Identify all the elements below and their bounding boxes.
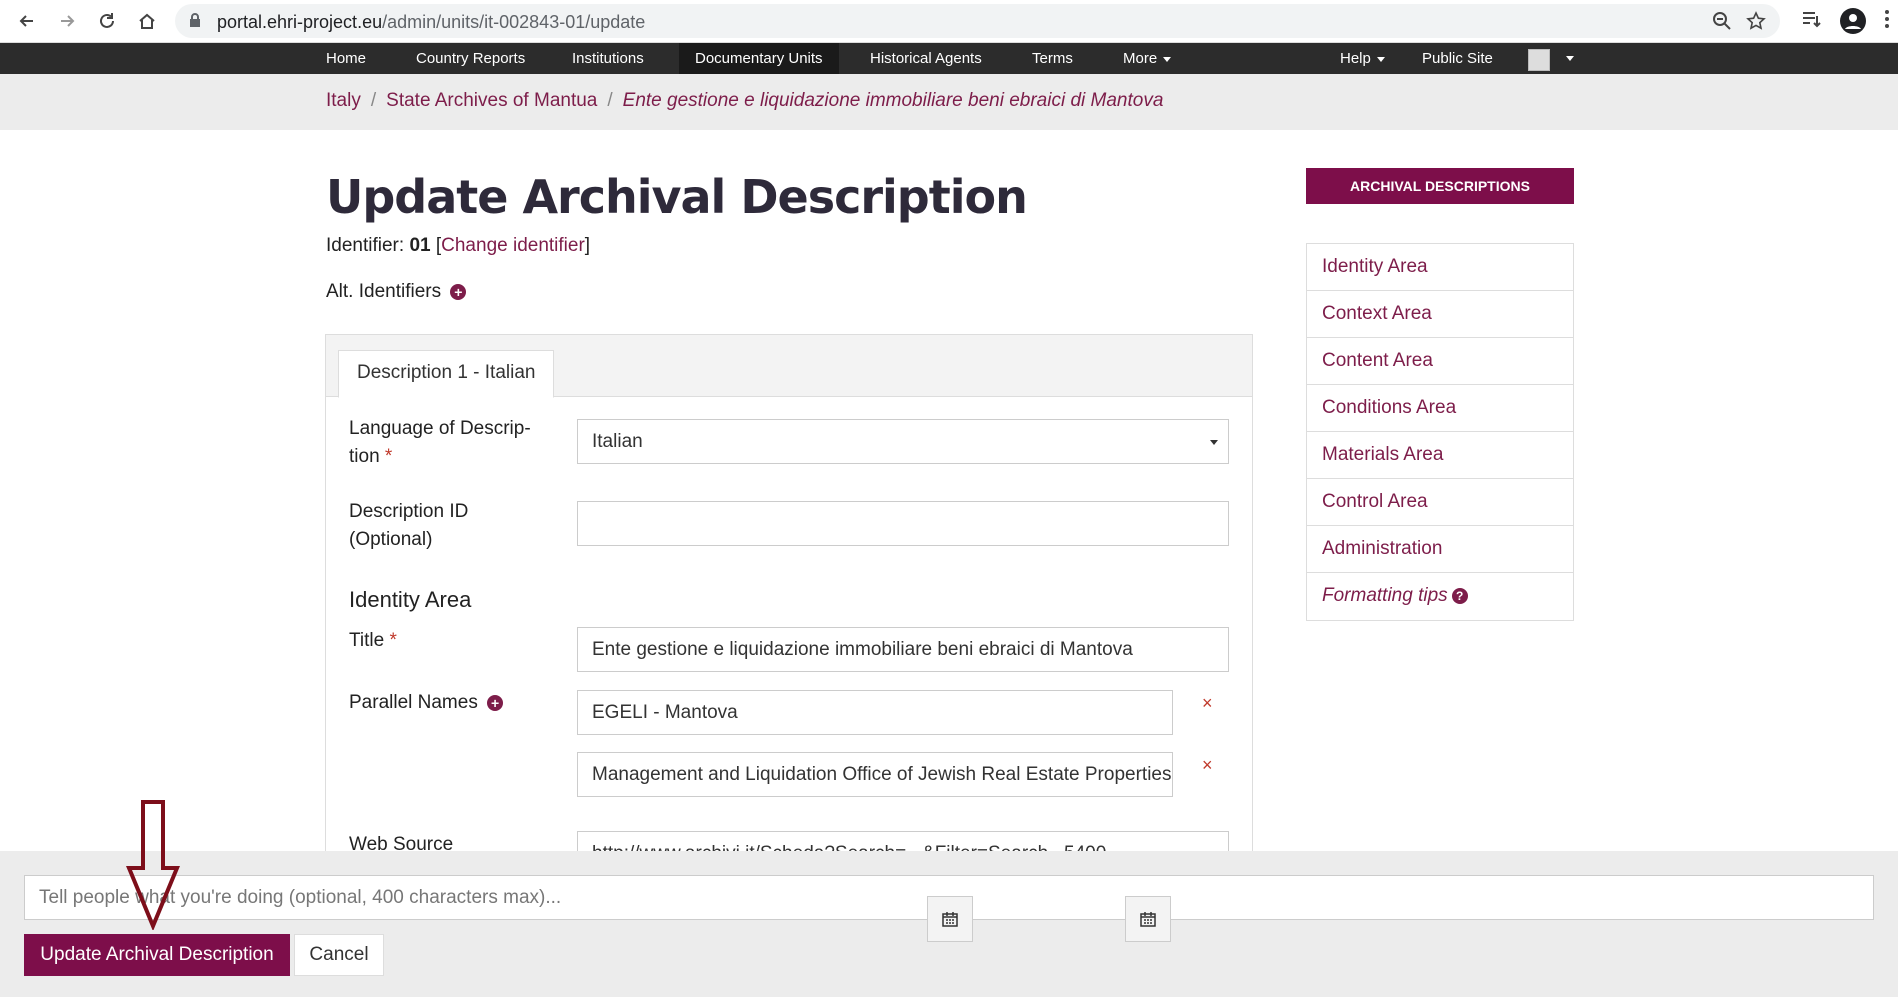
sidebar-item-control-area[interactable]: Control Area	[1307, 479, 1573, 526]
profile-icon[interactable]	[1840, 8, 1866, 39]
breadcrumb-separator: /	[607, 90, 613, 111]
change-identifier-link[interactable]: Change identifier	[441, 235, 585, 256]
description-id-label-line1: Description ID	[349, 501, 469, 522]
language-label-line2: tion	[349, 446, 380, 467]
cancel-button[interactable]: Cancel	[294, 934, 384, 976]
nav-help[interactable]: Help	[1324, 43, 1401, 74]
language-label: Language of Descrip- tion *	[349, 415, 531, 471]
down-arrow-annotation-icon	[126, 800, 180, 930]
identity-area-heading: Identity Area	[349, 587, 472, 612]
nav-public-site[interactable]: Public Site	[1406, 43, 1509, 74]
user-menu-chevron-icon[interactable]	[1566, 56, 1574, 61]
breadcrumb-link-archive[interactable]: State Archives of Mantua	[386, 90, 597, 111]
zoom-icon[interactable]	[1712, 11, 1732, 36]
reload-icon[interactable]	[94, 8, 120, 34]
breadcrumb: Italy / State Archives of Mantua / Ente gest…	[326, 90, 1163, 112]
title-label-text: Title	[349, 630, 385, 651]
tab-description-1[interactable]: Description 1 - Italian	[338, 350, 555, 398]
breadcrumb-separator: /	[370, 90, 377, 111]
page-title: Update Archival Description	[326, 170, 1028, 224]
nav-historical-agents[interactable]: Historical Agents	[854, 43, 998, 74]
remove-parallel-name-icon[interactable]: ×	[1202, 755, 1213, 776]
sidebar-item-formatting-tips[interactable]: Formatting tips?	[1307, 573, 1573, 620]
chevron-down-icon	[1163, 56, 1172, 62]
add-parallel-name-plus-icon[interactable]: +	[487, 694, 504, 711]
language-select[interactable]: Italian	[577, 419, 1229, 464]
browser-toolbar: portal.ehri-project.eu/admin/units/it-00…	[0, 0, 1898, 43]
parallel-names-label: Parallel Names +	[349, 689, 504, 717]
address-bar[interactable]: portal.ehri-project.eu/admin/units/it-00…	[175, 4, 1780, 38]
breadcrumb-bar: Italy / State Archives of Mantua / Ente gest…	[0, 74, 1898, 130]
calendar-icon[interactable]	[1125, 896, 1171, 942]
nav-more[interactable]: More	[1107, 43, 1187, 74]
required-marker: *	[384, 446, 393, 467]
sidebar-heading: ARCHIVAL DESCRIPTIONS	[1306, 168, 1574, 204]
chevron-down-icon	[1210, 440, 1218, 445]
forward-icon[interactable]	[54, 8, 80, 34]
action-bar: Tell people what you're doing (optional,…	[0, 851, 1898, 997]
nav-help-label: Help	[1340, 50, 1371, 67]
description-id-label-line2: (Optional)	[349, 529, 433, 550]
sidebar-item-conditions-area[interactable]: Conditions Area	[1307, 385, 1573, 432]
back-icon[interactable]	[14, 8, 40, 34]
nav-home[interactable]: Home	[310, 43, 382, 74]
nav-documentary-units[interactable]: Documentary Units	[679, 43, 839, 74]
url-text: portal.ehri-project.eu/admin/units/it-00…	[217, 12, 646, 32]
tab-strip: Description 1 - Italian	[326, 335, 1252, 398]
home-icon[interactable]	[134, 8, 160, 34]
sidebar-item-content-area[interactable]: Content Area	[1307, 338, 1573, 385]
question-circle-icon: ?	[1451, 587, 1468, 604]
title-label: Title *	[349, 627, 397, 655]
required-marker: *	[389, 630, 397, 651]
breadcrumb-link-italy[interactable]: Italy	[326, 90, 361, 111]
title-input[interactable]: Ente gestione e liquidazione immobiliare…	[577, 627, 1229, 672]
sidebar-item-identity-area[interactable]: Identity Area	[1307, 244, 1573, 291]
language-label-line1: Language of Descrip-	[349, 418, 531, 439]
calendar-icon[interactable]	[927, 896, 973, 942]
alt-identifiers-label: Alt. Identifiers	[326, 281, 442, 302]
sidebar-item-administration[interactable]: Administration	[1307, 526, 1573, 573]
description-id-label: Description ID (Optional)	[349, 498, 468, 554]
parallel-names-label-text: Parallel Names	[349, 692, 478, 713]
add-alt-identifier-plus-icon[interactable]: +	[450, 283, 467, 300]
chevron-down-icon	[1376, 56, 1385, 62]
bookmark-star-icon[interactable]	[1746, 11, 1766, 36]
identifier-line: Identifier: 01 [Change identifier]	[326, 235, 590, 257]
sidebar-nav: Identity Area Context Area Content Area …	[1306, 243, 1574, 621]
nav-institutions[interactable]: Institutions	[556, 43, 660, 74]
browser-menu-icon[interactable]	[1884, 8, 1890, 35]
parallel-name-input[interactable]: EGELI - Mantova	[577, 690, 1173, 735]
description-form-panel: Description 1 - Italian Language of Desc…	[325, 334, 1253, 876]
sidebar-item-context-area[interactable]: Context Area	[1307, 291, 1573, 338]
language-select-value: Italian	[592, 431, 643, 452]
parallel-name-input[interactable]: Management and Liquidation Office of Jew…	[577, 752, 1173, 797]
user-avatar[interactable]	[1528, 49, 1550, 71]
formatting-tips-label: Formatting tips	[1322, 585, 1448, 606]
main-navbar: Home Country Reports Institutions Docume…	[0, 43, 1898, 74]
description-id-input[interactable]	[577, 501, 1229, 546]
nav-country-reports[interactable]: Country Reports	[400, 43, 541, 74]
lock-icon	[189, 13, 201, 33]
breadcrumb-current[interactable]: Ente gestione e liquidazione immobiliare…	[623, 90, 1164, 111]
nav-terms[interactable]: Terms	[1016, 43, 1089, 74]
remove-parallel-name-icon[interactable]: ×	[1202, 693, 1213, 714]
identifier-label: Identifier:	[326, 235, 405, 256]
sidebar-item-materials-area[interactable]: Materials Area	[1307, 432, 1573, 479]
identifier-value: 01	[409, 235, 431, 256]
alt-identifiers: Alt. Identifiers +	[326, 281, 467, 303]
nav-more-label: More	[1123, 50, 1158, 67]
reading-list-icon[interactable]	[1800, 8, 1822, 35]
bracket-close: ]	[584, 235, 591, 256]
update-archival-description-button[interactable]: Update Archival Description	[24, 934, 290, 976]
